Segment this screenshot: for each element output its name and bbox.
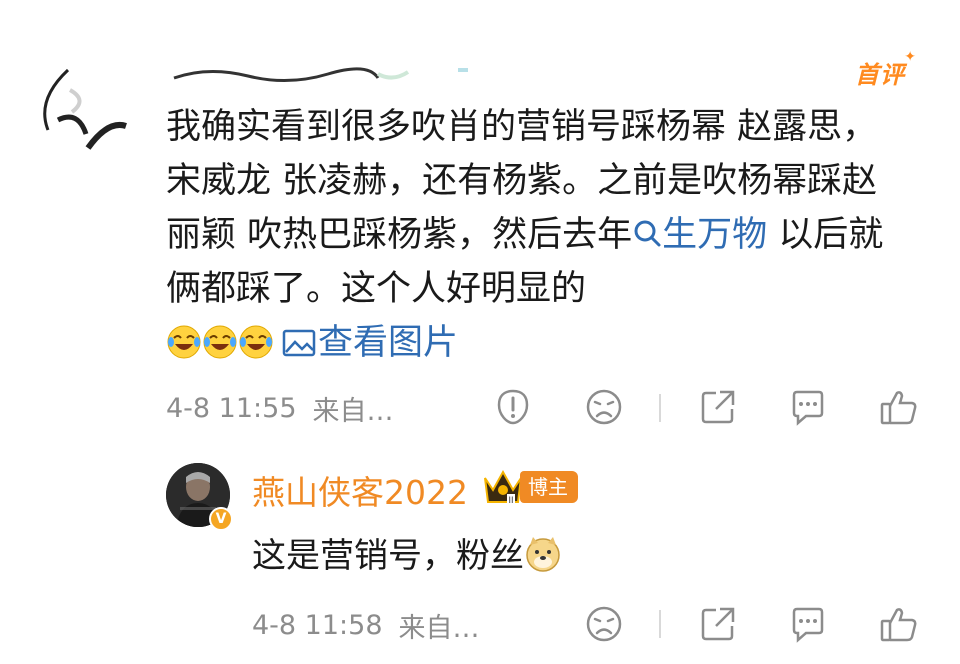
svg-text:II: II	[508, 495, 513, 505]
image-icon[interactable]	[282, 320, 316, 357]
comment-timestamp: 4-8 11:55	[166, 392, 297, 424]
laugh-cry-emoji-icon	[166, 322, 202, 359]
reply-timestamp: 4-8 11:58	[252, 609, 383, 641]
comment-meta: 4-8 11:55 来自…	[166, 388, 394, 428]
action-divider	[659, 394, 661, 422]
reply-meta: 4-8 11:58 来自…	[252, 605, 480, 645]
sparkle-icon: ✦	[904, 49, 917, 65]
comment-body: 我确实看到很多吹肖的营销号踩杨幂 赵露思，宋威龙 张凌赫，还有杨紫。之前是吹杨幂…	[166, 100, 906, 370]
like-icon[interactable]	[879, 604, 919, 644]
host-badge: 博主	[520, 471, 578, 503]
like-icon[interactable]	[879, 387, 919, 427]
comment-icon[interactable]	[788, 604, 828, 644]
dislike-icon[interactable]	[584, 387, 624, 427]
dislike-icon[interactable]	[584, 604, 624, 644]
share-icon[interactable]	[698, 387, 738, 427]
reply-username[interactable]: 燕山侠客2022	[252, 466, 468, 514]
commenter-name-scribbled[interactable]	[168, 64, 488, 88]
comment-icon[interactable]	[788, 387, 828, 427]
verified-badge-icon: V	[209, 507, 233, 531]
commenter-avatar-scribbled[interactable]	[28, 60, 138, 152]
search-icon[interactable]	[632, 210, 662, 247]
reply-body: 这是营销号，粉丝	[252, 528, 562, 577]
topic-link[interactable]: 生万物	[662, 215, 767, 255]
comment-source[interactable]: 来自…	[313, 389, 394, 428]
report-icon[interactable]	[493, 387, 533, 427]
laugh-cry-emoji-icon	[238, 322, 274, 359]
doge-emoji-icon	[524, 535, 562, 573]
first-comment-badge: 首评 ✦	[855, 49, 917, 89]
reply-text: 这是营销号，粉丝	[252, 536, 524, 576]
share-icon[interactable]	[698, 604, 738, 644]
laugh-cry-emoji-icon	[202, 322, 238, 359]
action-divider	[659, 610, 661, 638]
crown-icon: II	[481, 468, 525, 508]
reply-source[interactable]: 来自…	[399, 606, 480, 645]
view-image-link[interactable]: 查看图片	[318, 323, 458, 363]
